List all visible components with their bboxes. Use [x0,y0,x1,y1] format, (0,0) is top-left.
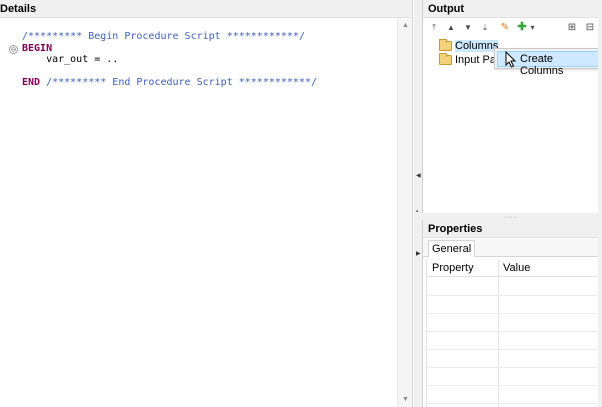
scroll-up-arrow-icon[interactable]: ▲ [398,19,413,33]
editor-vertical-scrollbar[interactable]: ▲ ▼ [397,19,412,407]
horizontal-sash[interactable]: ···· [422,213,602,221]
scroll-down-arrow-icon[interactable]: ▼ [398,393,413,407]
expand-right-arrow-icon[interactable]: ▶ [416,250,421,259]
properties-table: Property Value [426,259,602,407]
sash-handle-icon[interactable]: ▪ [416,209,421,218]
editor-gutter: ⊖ [0,19,18,407]
tree-item-label: Columns [455,40,499,52]
code-line-end: END /********* End Procedure Script ****… [22,77,317,89]
add-icon[interactable]: ✚ [515,21,529,34]
column-header-value[interactable]: Value [503,262,530,274]
code-line-empty: ​ [22,66,317,78]
move-top-icon[interactable]: ⤒ [427,21,441,34]
code-line-begin-keyword: BEGIN [22,42,53,54]
expand-all-icon[interactable]: ⊞ [565,21,579,34]
table-row [427,403,602,404]
move-down-icon[interactable]: ▼ [461,21,475,34]
add-dropdown-chevron-icon[interactable]: ▾ [528,21,537,34]
vertical-sash[interactable]: ◀ ▪ ▶ [414,0,422,407]
folder-open-icon [439,53,452,65]
move-bottom-icon[interactable]: ⤓ [478,21,492,34]
code-end-comment: /********* End Procedure Script ********… [40,77,318,88]
window-right-edge [598,0,602,407]
details-panel-title: Details [0,0,412,18]
tree-item-columns[interactable]: Columns [439,39,499,53]
collapse-all-icon[interactable]: ⊟ [583,21,597,34]
code-editor[interactable]: ⊖ /********* Begin Procedure Script ****… [0,19,397,407]
properties-table-header: Property Value [427,259,602,277]
output-toolbar: ⤒ ▲ ▼ ⤓ ✎ ✚ ▾ ⊞ ⊟ [423,19,602,36]
code-text[interactable]: /********* Begin Procedure Script ******… [22,31,317,89]
table-row [427,385,602,386]
folder-open-icon [439,39,452,51]
properties-panel: Properties General Property Value [422,220,602,407]
output-panel-title: Output [423,0,602,18]
edit-pencil-icon[interactable]: ✎ [498,21,512,34]
details-panel: Details ⊖ /********* Begin Procedure Scr… [0,0,413,407]
mouse-pointer-icon [505,51,517,68]
table-row [427,367,602,368]
tab-general[interactable]: General [428,240,476,257]
table-row [427,349,602,350]
output-panel: Output ⤒ ▲ ▼ ⤓ ✎ ✚ ▾ ⊞ ⊟ Columns Input P… [422,0,602,219]
properties-tabs: General [423,239,602,257]
properties-panel-title: Properties [423,220,602,238]
column-header-property[interactable]: Property [432,262,474,274]
fold-collapse-icon[interactable]: ⊖ [9,45,18,54]
table-row [427,295,602,296]
code-end-keyword: END [22,77,41,88]
code-line-begin-comment: /********* Begin Procedure Script ******… [22,31,305,42]
collapse-left-arrow-icon[interactable]: ◀ [416,172,421,181]
table-row [427,313,602,314]
code-line-var-out: var_out = .. [22,54,119,65]
table-row [427,331,602,332]
move-up-icon[interactable]: ▲ [444,21,458,34]
